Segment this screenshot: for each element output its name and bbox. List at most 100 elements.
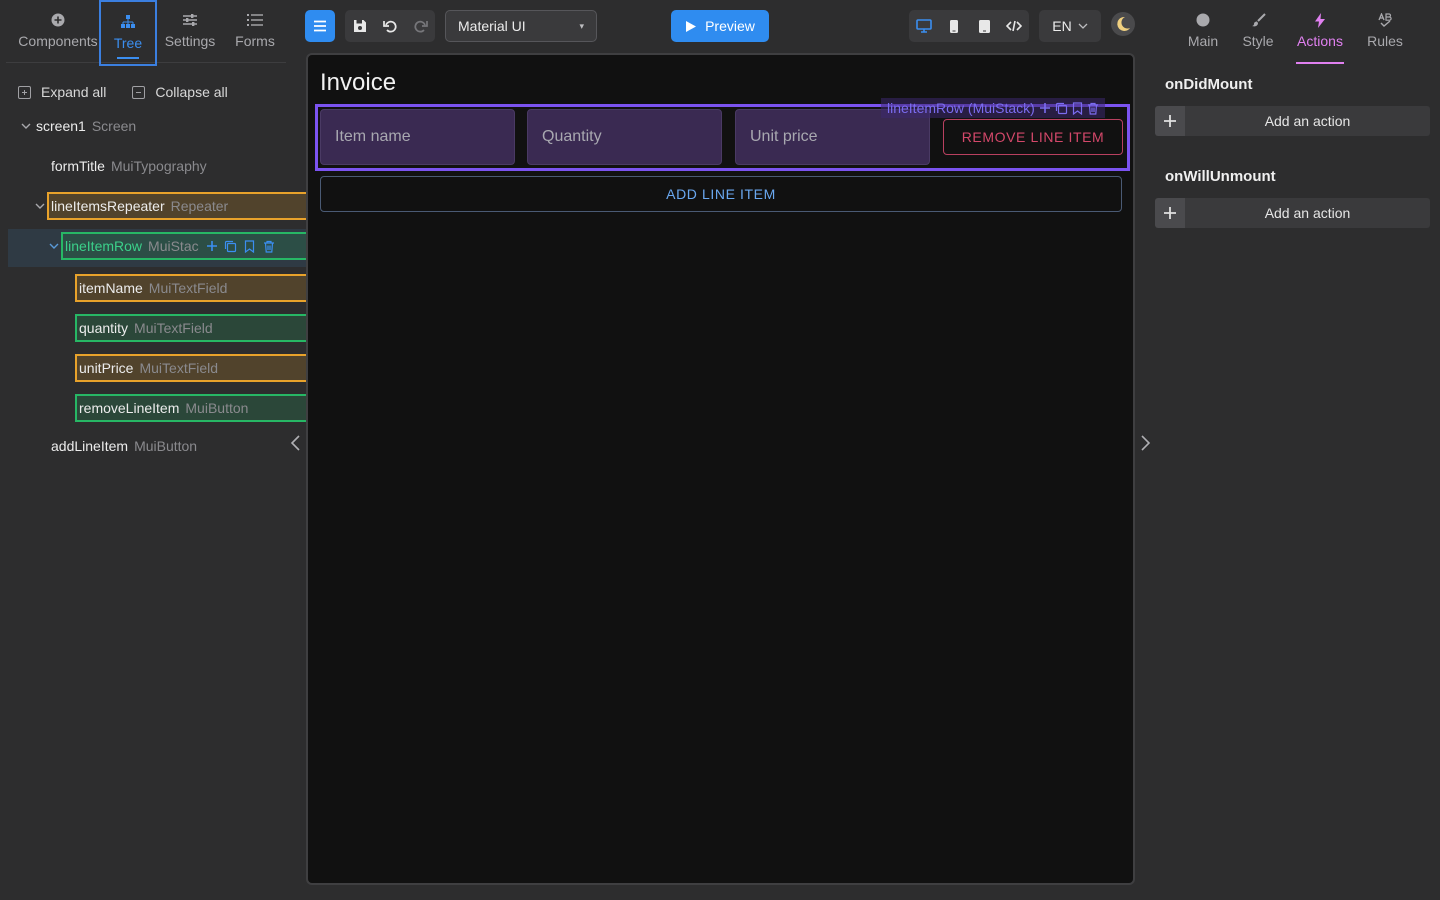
collapse-all-label: Collapse all: [155, 84, 228, 100]
list-icon: [247, 12, 263, 28]
add-line-item-button[interactable]: ADD LINE ITEM: [320, 176, 1122, 212]
save-button[interactable]: [345, 10, 375, 42]
expand-all-button[interactable]: Expand all: [18, 84, 106, 100]
tree-node-name: removeLineItem: [79, 400, 180, 416]
tree-node-name: lineItemRow: [65, 238, 143, 254]
tree-node-type: Repeater: [170, 198, 229, 214]
redo-button[interactable]: [405, 10, 435, 42]
add-action-ondidmount[interactable]: Add an action: [1155, 106, 1430, 136]
tree-node-name: lineItemsRepeater: [51, 198, 165, 214]
plus-icon[interactable]: [1155, 106, 1185, 136]
design-canvas[interactable]: Invoice Item name Quantity Unit price RE…: [306, 53, 1135, 885]
tree-icon: [120, 14, 136, 30]
tab-actions-label: Actions: [1297, 33, 1343, 49]
library-select-value: Material UI: [458, 18, 526, 34]
left-tab-bar: Components Tree Settings Forms: [6, 0, 286, 66]
tree-node-formtitle[interactable]: formTitle MuiTypography: [51, 153, 207, 179]
tree-node-lineitemrow-row[interactable]: lineItemRow MuiStac: [48, 232, 338, 260]
bookmark-icon[interactable]: [1072, 101, 1083, 115]
tab-main-label: Main: [1187, 33, 1219, 49]
chevron-down-icon[interactable]: [48, 240, 60, 252]
add-action-label[interactable]: Add an action: [1185, 198, 1430, 228]
tab-settings[interactable]: Settings: [158, 0, 222, 66]
mobile-view-button[interactable]: [939, 10, 969, 42]
remove-line-item-button[interactable]: REMOVE LINE ITEM: [943, 119, 1123, 155]
tree-node-name: itemName: [79, 280, 143, 296]
code-view-button[interactable]: [999, 10, 1029, 42]
play-icon: [686, 20, 697, 32]
caret-down-icon: ▾: [579, 20, 584, 31]
tab-settings-label: Settings: [164, 33, 216, 49]
quantity-field[interactable]: Quantity: [527, 109, 722, 165]
add-action-label[interactable]: Add an action: [1185, 106, 1430, 136]
tab-style[interactable]: Style: [1238, 0, 1278, 64]
language-value: EN: [1052, 18, 1072, 34]
library-select[interactable]: Material UI ▾: [445, 10, 597, 42]
chevron-down-icon: [1078, 23, 1088, 29]
expand-square-icon: [18, 85, 31, 99]
tab-style-label: Style: [1242, 33, 1274, 49]
device-switcher: [909, 10, 1029, 42]
chevron-down-icon[interactable]: [20, 120, 32, 132]
tree-node-name: formTitle: [51, 158, 105, 174]
node-actions: [205, 239, 276, 253]
tree-node-itemname[interactable]: itemName MuiTextField: [75, 274, 339, 302]
tree-node-type: MuiButton: [185, 400, 249, 416]
undo-button[interactable]: [375, 10, 405, 42]
tree-node-type: MuiTypography: [110, 158, 207, 174]
tree-node-screen1[interactable]: screen1 Screen: [20, 113, 136, 139]
tablet-icon: [978, 19, 990, 33]
desktop-view-button[interactable]: [909, 10, 939, 42]
tree-node-name: unitPrice: [79, 360, 134, 376]
trash-icon[interactable]: [1087, 102, 1099, 115]
selected-component-name: lineItemRow (MuiStack): [887, 100, 1035, 116]
theme-toggle[interactable]: [1111, 12, 1135, 36]
tree-node-quantity[interactable]: quantity MuiTextField: [75, 314, 324, 342]
tree-node-name: addLineItem: [51, 438, 129, 454]
duplicate-icon[interactable]: [224, 239, 238, 253]
trash-icon[interactable]: [262, 239, 276, 253]
tab-actions[interactable]: Actions: [1296, 0, 1344, 64]
menu-button[interactable]: [305, 10, 335, 42]
preview-label: Preview: [705, 18, 755, 34]
tree-node-unitprice[interactable]: unitPrice MuiTextField: [75, 354, 329, 382]
bolt-icon: [1312, 12, 1328, 28]
right-panel: Main Style Actions Rules onDidMount Add …: [1150, 0, 1440, 900]
tree-node-lineitemrow[interactable]: lineItemRow MuiStac: [61, 232, 338, 260]
bookmark-icon[interactable]: [243, 239, 257, 253]
collapse-all-button[interactable]: Collapse all: [132, 84, 228, 100]
tab-forms[interactable]: Forms: [228, 0, 282, 66]
item-name-field[interactable]: Item name: [320, 109, 515, 165]
plus-circle-icon: [50, 12, 66, 28]
collapse-square-icon: [132, 85, 146, 99]
tab-tree-label: Tree: [113, 35, 143, 51]
plus-icon[interactable]: [1155, 198, 1185, 228]
tab-main[interactable]: Main: [1182, 0, 1224, 64]
add-action-onwillunmount[interactable]: Add an action: [1155, 198, 1430, 228]
tab-tree-underline: [117, 57, 139, 59]
add-child-icon[interactable]: [1039, 102, 1051, 114]
tab-components[interactable]: Components: [14, 0, 102, 66]
add-child-icon[interactable]: [205, 239, 219, 253]
history-controls: [345, 10, 435, 42]
tree-node-type: MuiButton: [134, 438, 198, 454]
collapse-left-panel-icon[interactable]: [288, 434, 302, 452]
preview-button[interactable]: Preview: [671, 10, 769, 42]
moon-icon: [1117, 16, 1130, 31]
tablet-view-button[interactable]: [969, 10, 999, 42]
tab-forms-label: Forms: [235, 33, 275, 49]
tree-node-name: quantity: [79, 320, 129, 336]
tab-actions-underline: [1296, 62, 1344, 64]
selected-component-label: lineItemRow (MuiStack): [881, 98, 1105, 118]
toolbar: Material UI ▾ Preview EN: [300, 0, 1140, 50]
language-select[interactable]: EN: [1039, 10, 1101, 42]
brush-icon: [1250, 12, 1266, 28]
tab-tree[interactable]: Tree: [99, 0, 157, 66]
tree-node-addlineitem[interactable]: addLineItem MuiButton: [51, 433, 197, 459]
tab-rules[interactable]: Rules: [1364, 0, 1406, 64]
duplicate-icon[interactable]: [1055, 102, 1068, 115]
app-root: Components Tree Settings Forms Expand al…: [0, 0, 1440, 900]
form-title[interactable]: Invoice: [320, 69, 396, 97]
redo-icon: [414, 20, 428, 32]
chevron-down-icon[interactable]: [34, 200, 46, 212]
